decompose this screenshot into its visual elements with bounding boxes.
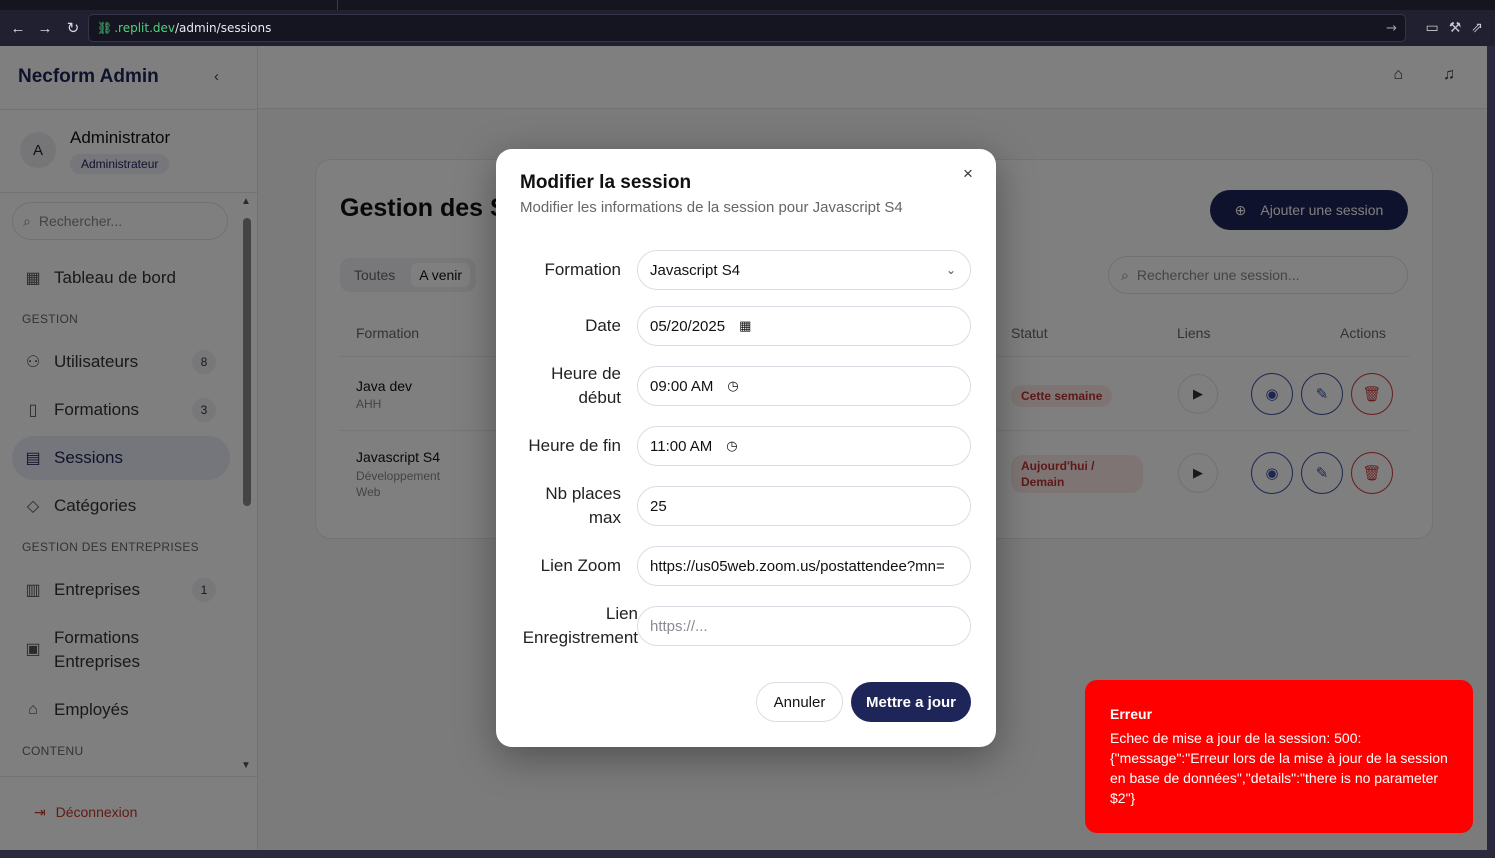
cancel-button[interactable]: Annuler xyxy=(756,682,843,722)
calendar-icon[interactable]: ▦ xyxy=(739,318,751,334)
end-time-value: 11:00 AM xyxy=(650,437,713,455)
address-bar[interactable]: ⛓ .replit.dev/admin/sessions → xyxy=(88,14,1406,42)
places-input[interactable]: 25 xyxy=(637,486,971,526)
recording-link-input[interactable]: https://... xyxy=(637,606,971,646)
formation-select[interactable]: Javascript S4 ⌄ xyxy=(637,250,971,290)
dialog-description: Modifier les informations de la session … xyxy=(520,199,903,216)
dialog-title: Modifier la session xyxy=(520,172,692,193)
clock-icon[interactable]: ◷ xyxy=(726,438,737,454)
places-label: Nb places max xyxy=(545,484,621,527)
browser-tab[interactable] xyxy=(100,0,338,10)
url-path: /admin/sessions xyxy=(175,21,272,35)
edit-session-dialog: Modifier la session Modifier les informa… xyxy=(496,149,996,747)
browser-tab-strip xyxy=(0,0,1495,10)
url-host: .replit.dev xyxy=(114,21,176,35)
formation-value: Javascript S4 xyxy=(650,261,741,279)
reload-icon[interactable]: ↻ xyxy=(60,15,86,41)
error-toast[interactable]: Erreur Echec de mise a jour de la sessio… xyxy=(1085,680,1473,833)
start-time-label: Heure de début xyxy=(551,364,621,407)
chevron-down-icon: ⌄ xyxy=(945,263,956,277)
back-icon[interactable]: ← xyxy=(5,15,31,41)
window-frame xyxy=(1487,46,1495,858)
date-value: 05/20/2025 xyxy=(650,317,726,335)
places-value: 25 xyxy=(650,497,667,515)
forward-icon[interactable]: → xyxy=(32,15,58,41)
date-input[interactable]: 05/20/2025 ▦ xyxy=(637,306,971,346)
start-time-value: 09:00 AM xyxy=(650,377,714,395)
end-time-label: Heure de fin xyxy=(528,436,621,455)
toast-message: Echec de mise a jour de la session: 500:… xyxy=(1110,730,1448,806)
browser-toolbar: ← → ↻ ⛓ .replit.dev/admin/sessions → ▭ ⚒… xyxy=(0,10,1495,46)
clock-icon[interactable]: ◷ xyxy=(727,378,738,394)
window-frame xyxy=(0,850,1495,858)
recording-link-label: Lien Enregistrement xyxy=(522,604,638,647)
wrench-icon[interactable]: ⚒ xyxy=(1449,19,1462,36)
date-label: Date xyxy=(585,316,621,335)
open-external-icon[interactable]: ⇗ xyxy=(1471,19,1483,36)
devtools-screen-icon[interactable]: ▭ xyxy=(1425,19,1438,36)
zoom-link-label: Lien Zoom xyxy=(540,556,621,575)
close-icon[interactable]: × xyxy=(958,164,978,184)
start-time-input[interactable]: 09:00 AM ◷ xyxy=(637,366,971,406)
zoom-link-input[interactable]: https://us05web.zoom.us/postattendee?mn= xyxy=(637,546,971,586)
end-time-input[interactable]: 11:00 AM ◷ xyxy=(637,426,971,466)
recording-link-placeholder: https://... xyxy=(650,617,708,635)
zoom-link-value: https://us05web.zoom.us/postattendee?mn= xyxy=(650,557,945,575)
toast-title: Erreur xyxy=(1110,706,1153,722)
update-button[interactable]: Mettre a jour xyxy=(851,682,971,722)
go-icon[interactable]: → xyxy=(1386,21,1397,36)
formation-label: Formation xyxy=(544,260,621,279)
link-icon: ⛓ xyxy=(97,21,113,35)
